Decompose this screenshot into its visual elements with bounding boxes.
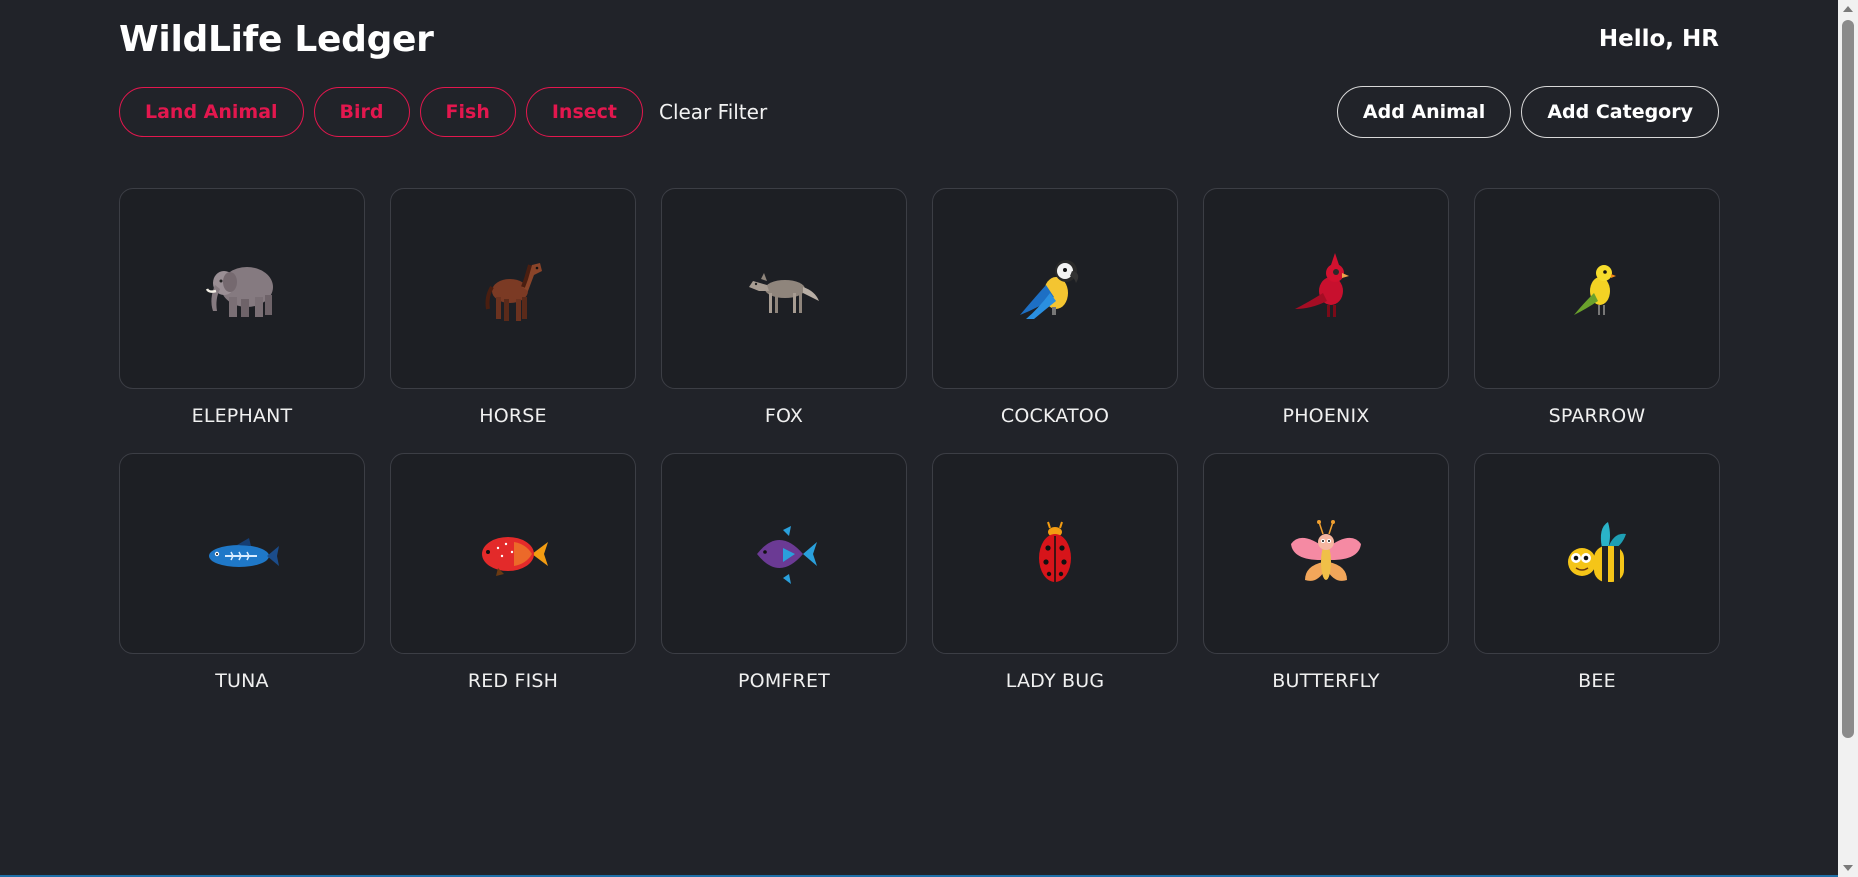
- add-animal-button[interactable]: Add Animal: [1336, 86, 1512, 138]
- sparrow-icon: [1574, 264, 1616, 315]
- scroll-up-arrow-icon[interactable]: [1843, 6, 1853, 12]
- butterfly-icon: [1291, 519, 1361, 581]
- animal-name: HORSE: [479, 405, 547, 427]
- ladybug-icon: [1039, 521, 1071, 582]
- app-title: WildLife Ledger: [119, 18, 434, 60]
- clear-filter-button[interactable]: Clear Filter: [653, 99, 773, 125]
- animal-card-bee[interactable]: BEE: [1474, 453, 1720, 692]
- animal-card-sparrow[interactable]: SPARROW: [1474, 188, 1720, 427]
- animal-name: PHOENIX: [1282, 405, 1370, 427]
- filter-bar: Land Animal Bird Fish Insect Clear Filte…: [119, 86, 1719, 138]
- pomfret-icon: [757, 525, 817, 584]
- animal-card-red-fish[interactable]: RED FISH: [390, 453, 636, 692]
- vertical-scrollbar[interactable]: [1838, 0, 1858, 877]
- filter-chip-land-animal[interactable]: Land Animal: [119, 87, 304, 137]
- animal-name: LADY BUG: [1005, 670, 1105, 692]
- animal-tile[interactable]: [1203, 188, 1449, 389]
- animal-tile[interactable]: [932, 188, 1178, 389]
- animal-tile[interactable]: [661, 188, 907, 389]
- animal-card-cockatoo[interactable]: COCKATOO: [932, 188, 1178, 427]
- animal-name: TUNA: [215, 670, 269, 692]
- tuna-icon: [209, 537, 279, 567]
- phoenix-icon: [1295, 252, 1349, 317]
- animal-card-tuna[interactable]: TUNA: [119, 453, 365, 692]
- red-fish-icon: [482, 536, 548, 576]
- animal-grid: ELEPHANT HORSE FOX COCKATOO PHOENIX SPAR…: [119, 188, 1720, 692]
- bee-icon: [1568, 521, 1626, 582]
- add-category-button[interactable]: Add Category: [1521, 86, 1719, 138]
- fox-icon: [749, 272, 819, 313]
- animal-card-horse[interactable]: HORSE: [390, 188, 636, 427]
- cockatoo-icon: [1020, 259, 1079, 319]
- category-filters: Land Animal Bird Fish Insect Clear Filte…: [119, 87, 773, 137]
- animal-card-elephant[interactable]: ELEPHANT: [119, 188, 365, 427]
- animal-card-phoenix[interactable]: PHOENIX: [1203, 188, 1449, 427]
- animal-tile[interactable]: [1474, 188, 1720, 389]
- action-buttons: Add Animal Add Category: [1336, 86, 1719, 138]
- user-greeting: Hello, HR: [1598, 26, 1719, 52]
- animal-card-pomfret[interactable]: POMFRET: [661, 453, 907, 692]
- animal-tile[interactable]: [661, 453, 907, 654]
- filter-chip-fish[interactable]: Fish: [419, 87, 516, 137]
- animal-card-lady-bug[interactable]: LADY BUG: [932, 453, 1178, 692]
- animal-tile[interactable]: [932, 453, 1178, 654]
- filter-chip-insect[interactable]: Insect: [525, 87, 643, 137]
- animal-tile[interactable]: [119, 453, 365, 654]
- animal-name: RED FISH: [467, 670, 559, 692]
- animal-tile[interactable]: [1474, 453, 1720, 654]
- animal-card-butterfly[interactable]: BUTTERFLY: [1203, 453, 1449, 692]
- page-container: WildLife Ledger Hello, HR Land Animal Bi…: [119, 0, 1720, 692]
- animal-name: SPARROW: [1548, 405, 1646, 427]
- animal-name: BUTTERFLY: [1272, 670, 1380, 692]
- horse-icon: [485, 262, 542, 321]
- top-bar: WildLife Ledger Hello, HR: [119, 0, 1719, 78]
- animal-name: POMFRET: [738, 670, 830, 692]
- animal-name: ELEPHANT: [191, 405, 293, 427]
- animal-tile[interactable]: [119, 188, 365, 389]
- animal-tile[interactable]: [390, 188, 636, 389]
- scroll-down-arrow-icon[interactable]: [1843, 865, 1853, 871]
- animal-tile[interactable]: [1203, 453, 1449, 654]
- animal-tile[interactable]: [390, 453, 636, 654]
- filter-chip-bird[interactable]: Bird: [313, 87, 410, 137]
- animal-name: FOX: [764, 405, 804, 427]
- scrollbar-thumb[interactable]: [1842, 20, 1854, 738]
- elephant-icon: [205, 266, 273, 317]
- animal-card-fox[interactable]: FOX: [661, 188, 907, 427]
- animal-name: COCKATOO: [1000, 405, 1110, 427]
- animal-name: BEE: [1578, 670, 1616, 692]
